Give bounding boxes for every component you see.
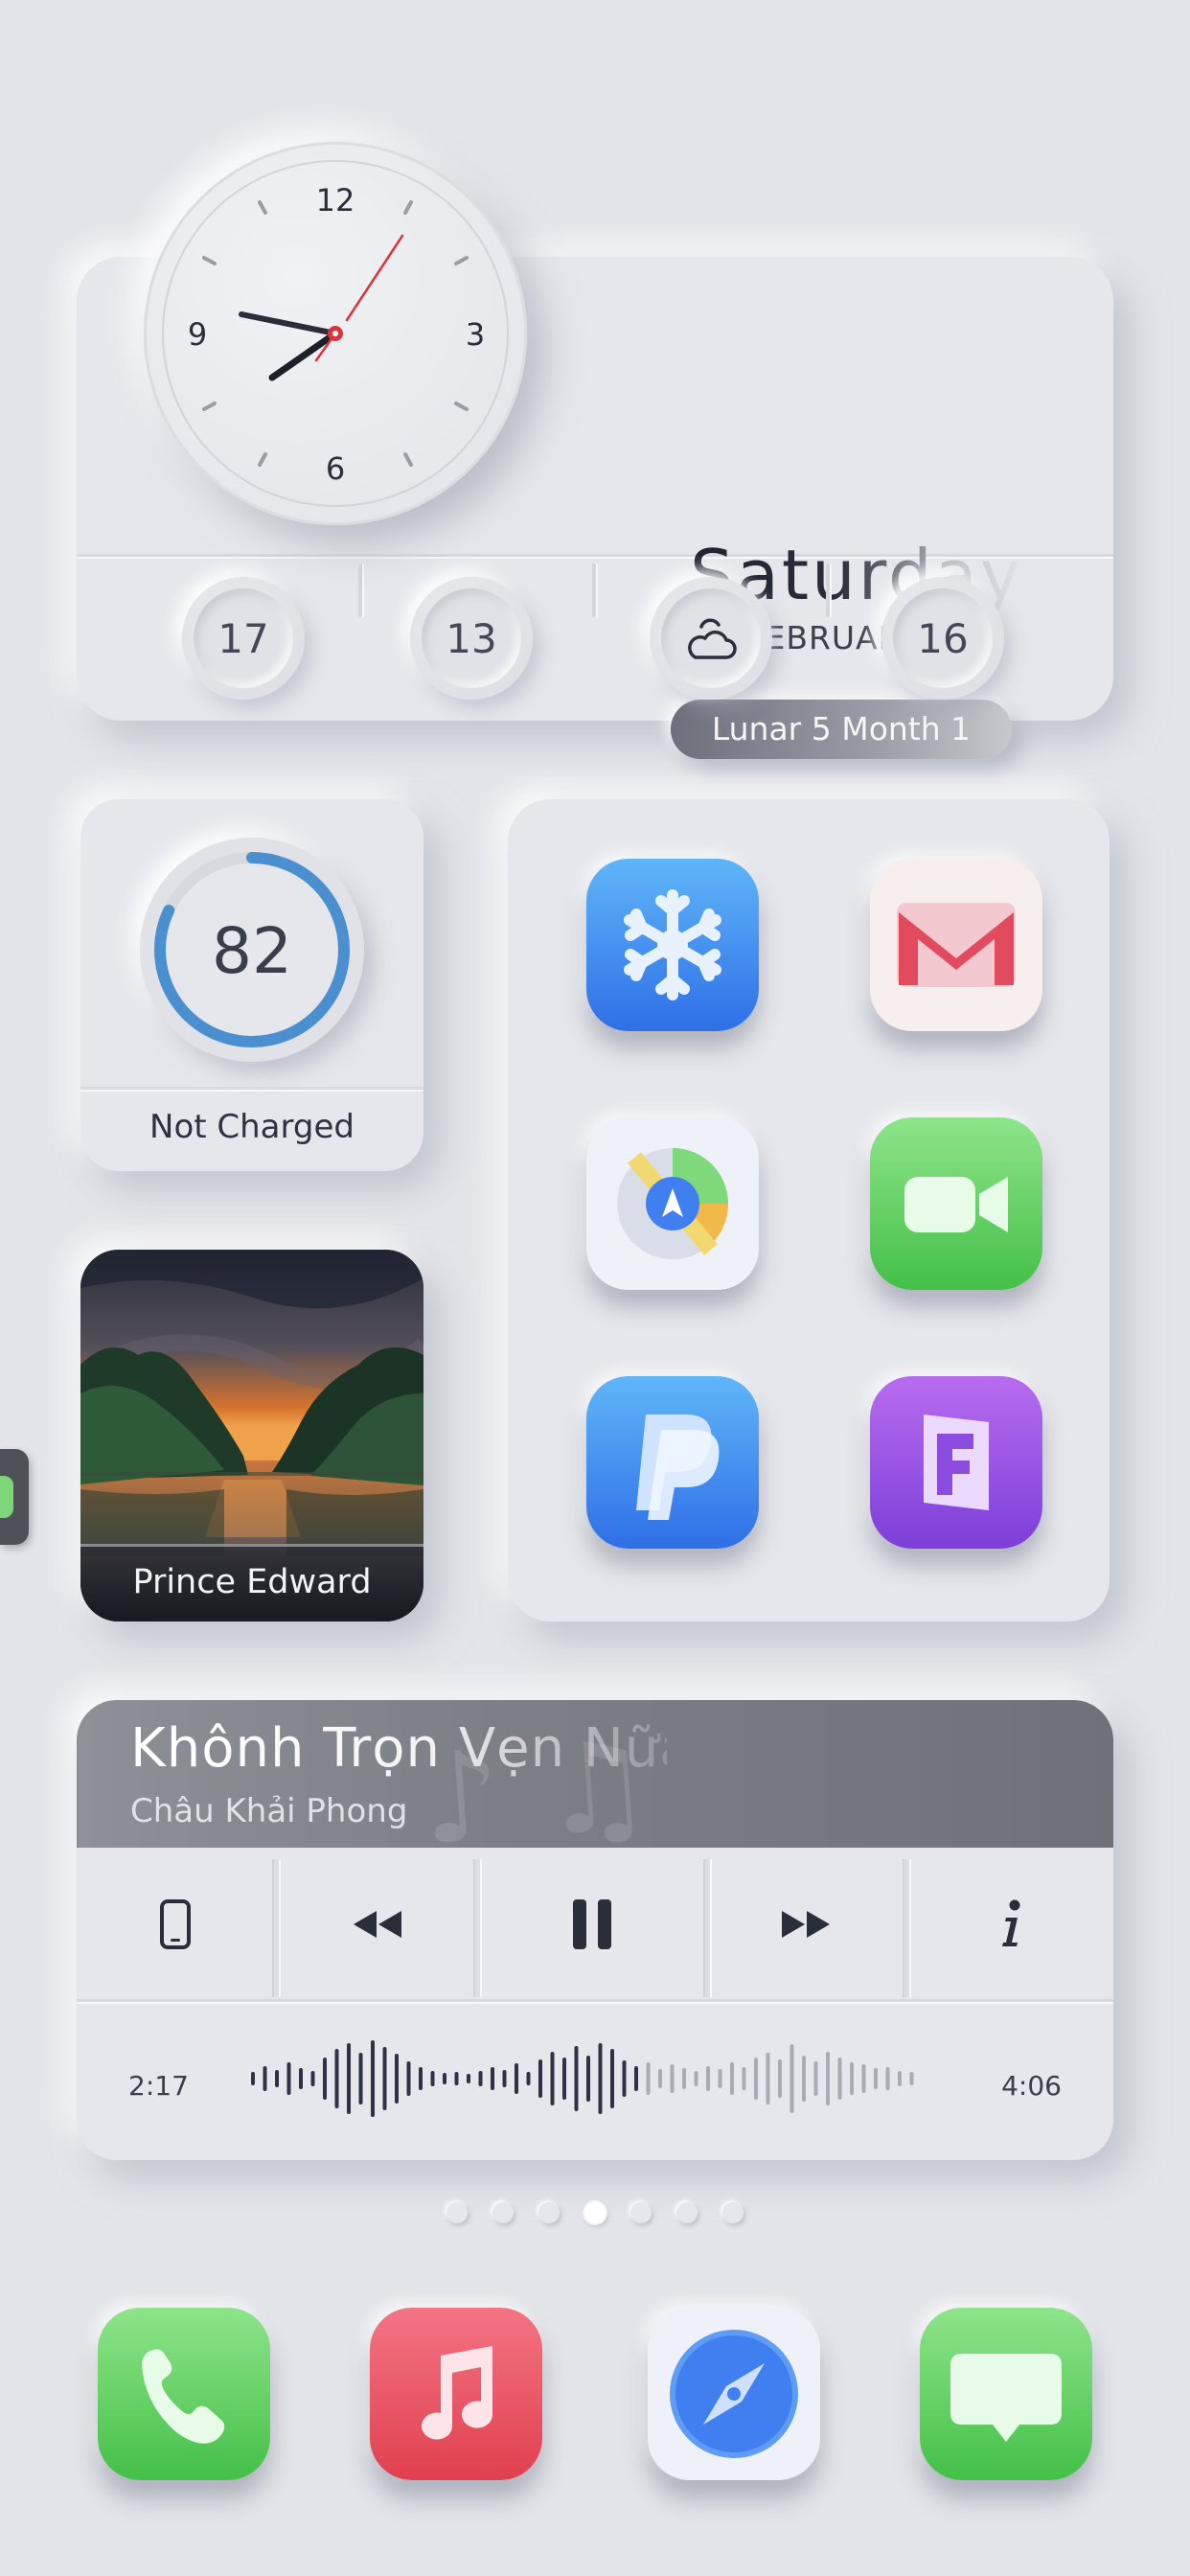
photo-widget[interactable]: Prince Edward xyxy=(80,1250,423,1622)
music-divider xyxy=(77,1999,1113,2002)
info-circle-4: 16 xyxy=(881,577,1004,700)
page-dot[interactable] xyxy=(722,2202,744,2223)
snowflake-app-icon[interactable] xyxy=(586,859,759,1031)
elapsed-time: 2:17 xyxy=(128,2070,189,2102)
paypal-app-icon[interactable] xyxy=(586,1376,759,1549)
page-dot[interactable] xyxy=(538,2202,560,2223)
phone-icon xyxy=(98,2308,270,2480)
safari-app-icon[interactable] xyxy=(648,2308,820,2480)
clock-minute-hand xyxy=(268,330,339,381)
maps-app-icon[interactable] xyxy=(586,1117,759,1290)
battery-status: Not Charged xyxy=(149,1108,355,1146)
battery-ring: 82 xyxy=(140,838,364,1062)
rewind-icon xyxy=(354,1911,401,1938)
side-app-tab-handle xyxy=(0,1476,13,1518)
info-divider-3 xyxy=(826,564,830,617)
music-app-icon[interactable] xyxy=(370,2308,542,2480)
battery-value: 82 xyxy=(212,914,292,988)
page-indicator[interactable] xyxy=(0,2202,1190,2225)
phone-app-icon[interactable] xyxy=(98,2308,270,2480)
partly-cloudy-icon xyxy=(688,618,737,659)
page-dot[interactable] xyxy=(676,2202,698,2223)
page-dot[interactable] xyxy=(630,2202,652,2223)
info-value-1: 17 xyxy=(194,588,293,688)
clock-numeral-3: 3 xyxy=(466,316,485,353)
page-dot[interactable] xyxy=(446,2202,468,2223)
fast-forward-button[interactable] xyxy=(709,1853,904,1995)
fast-forward-icon xyxy=(782,1911,830,1938)
clock-numeral-12: 12 xyxy=(316,182,355,218)
info-circle-2: 13 xyxy=(410,577,533,700)
fantastical-app-icon[interactable] xyxy=(870,1376,1042,1549)
lunar-date-badge: Lunar 5 Month 1 xyxy=(671,700,1012,759)
weather-circle xyxy=(650,577,772,700)
music-icon xyxy=(370,2308,542,2480)
messages-icon xyxy=(920,2308,1092,2480)
facetime-app-icon[interactable] xyxy=(870,1117,1042,1290)
device-button[interactable] xyxy=(77,1853,274,1995)
page-dot[interactable] xyxy=(584,2202,606,2223)
device-icon xyxy=(160,1899,191,1949)
messages-app-icon[interactable] xyxy=(920,2308,1092,2480)
safari-icon xyxy=(648,2308,820,2480)
rewind-button[interactable] xyxy=(278,1853,475,1995)
clock-numeral-6: 6 xyxy=(326,450,345,487)
info-divider-1 xyxy=(358,564,362,617)
clock-second-hand xyxy=(345,234,404,322)
music-widget[interactable]: ♪ ♫ Khônh Trọn Vẹn Nữa Châu Khải Phong xyxy=(77,1700,1113,2160)
info-divider-2 xyxy=(592,564,596,617)
clock-dial: 12 3 6 9 xyxy=(162,160,509,507)
info-circle-1: 17 xyxy=(182,577,305,700)
battery-widget[interactable]: 82 Not Charged xyxy=(80,799,423,1171)
info-button[interactable] xyxy=(908,1853,1113,1995)
clock-hour-hand xyxy=(239,311,338,336)
gmail-app-icon[interactable] xyxy=(870,859,1042,1031)
clock-numeral-9: 9 xyxy=(188,316,207,353)
info-value-4: 16 xyxy=(893,588,993,688)
analog-clock: 12 3 6 9 xyxy=(144,142,527,525)
app-grid-widget xyxy=(508,799,1110,1622)
side-app-tab[interactable] xyxy=(0,1449,29,1545)
pause-button[interactable] xyxy=(479,1853,705,1995)
total-time: 4:06 xyxy=(1001,2070,1062,2102)
page-dot[interactable] xyxy=(492,2202,514,2223)
info-icon xyxy=(1002,1899,1020,1946)
now-playing-header: ♪ ♫ Khônh Trọn Vẹn Nữa Châu Khải Phong xyxy=(77,1700,1113,1848)
pause-icon xyxy=(573,1899,611,1949)
playback-waveform[interactable] xyxy=(249,2036,1016,2122)
photo-caption: Prince Edward xyxy=(80,1544,423,1622)
song-title: Khônh Trọn Vẹn Nữa xyxy=(130,1717,667,1780)
song-artist: Châu Khải Phong xyxy=(130,1792,408,1830)
info-value-2: 13 xyxy=(422,588,521,688)
battery-divider xyxy=(80,1087,423,1090)
